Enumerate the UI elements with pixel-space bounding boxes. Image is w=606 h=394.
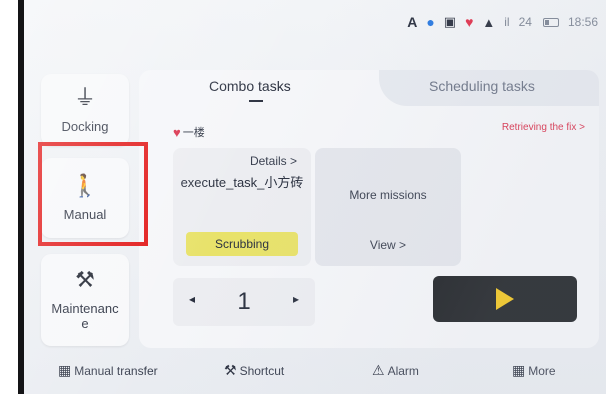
sidebar-item-maintenance[interactable]: ⚒ Maintenanc e: [41, 254, 129, 346]
cloud-icon: ▲: [482, 14, 496, 30]
grid-icon: ▦: [58, 362, 72, 378]
status-badge: Scrubbing: [186, 232, 298, 256]
play-icon: [496, 288, 514, 310]
highlight-box: [38, 142, 148, 246]
time-label: 18:56: [567, 15, 598, 29]
floor-label: 一楼: [182, 127, 205, 139]
wrench-icon: ⚒: [224, 362, 237, 378]
active-tab-indicator: [249, 100, 263, 102]
shortcut-button[interactable]: ⚒ Shortcut: [224, 362, 284, 379]
retrieve-fix-link[interactable]: Retrieving the fix >: [502, 122, 585, 133]
alarm-icon: ⚠: [372, 362, 385, 378]
device-screen: A ● ▣ ♥ ▲ il 24 18:56 ⏚ Docking 🚶 Manual…: [24, 0, 606, 394]
quantity-stepper: ◂ 1 ▸: [173, 278, 315, 326]
calendar-icon: ▣: [443, 14, 457, 29]
sidebar-item-docking[interactable]: ⏚ Docking: [41, 74, 129, 146]
sidebar-item-label: Maintenanc e: [51, 301, 119, 331]
start-button[interactable]: [433, 276, 577, 322]
more-button[interactable]: ▦ More: [512, 362, 556, 379]
sidebar-item-label: Docking: [61, 118, 109, 134]
task-panel: Combo tasks Scheduling tasks ♥ 一楼 Retrie…: [139, 70, 599, 348]
task-card[interactable]: Details > execute_task_小方砖 Scrubbing: [173, 148, 311, 266]
battery-icon: [541, 15, 559, 29]
alarm-label: Alarm: [387, 363, 419, 378]
location-pin-icon: ♥: [465, 14, 474, 30]
drop-icon: ●: [426, 14, 435, 30]
manual-transfer-button[interactable]: ▦ Manual transfer: [58, 362, 158, 379]
plug-icon: ⏚: [73, 84, 96, 110]
tab-combo-tasks[interactable]: Combo tasks: [209, 78, 291, 94]
more-label: More: [528, 363, 556, 378]
alarm-button[interactable]: ⚠ Alarm: [372, 362, 419, 379]
more-missions-title: More missions: [349, 188, 427, 202]
task-name: execute_task_小方砖: [180, 175, 304, 190]
more-missions-card[interactable]: More missions View >: [315, 148, 461, 266]
tab-scheduling-tasks[interactable]: Scheduling tasks: [429, 78, 535, 94]
status-bar: A ● ▣ ♥ ▲ il 24 18:56: [407, 10, 598, 34]
signal-icon: il: [504, 15, 510, 29]
more-grid-icon: ▦: [512, 362, 526, 378]
view-link[interactable]: View >: [315, 238, 461, 252]
clock-value: 24: [518, 15, 532, 29]
increment-button[interactable]: ▸: [293, 292, 299, 306]
manual-transfer-label: Manual transfer: [74, 363, 158, 378]
location-pin-icon: ♥: [173, 124, 181, 140]
shortcut-label: Shortcut: [239, 363, 285, 378]
bottom-bar: ▦ Manual transfer ⚒ Shortcut ⚠ Alarm ▦ M…: [24, 352, 606, 394]
details-link[interactable]: Details >: [250, 154, 297, 168]
tools-icon: ⚒: [75, 267, 95, 292]
keyboard-indicator: A: [407, 14, 418, 30]
location-row: ♥ 一楼: [173, 124, 205, 140]
